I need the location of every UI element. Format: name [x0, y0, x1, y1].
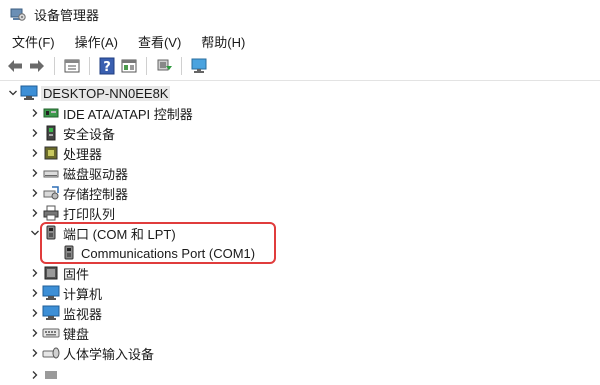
- tree-root[interactable]: DESKTOP-NN0EE8K: [6, 83, 171, 103]
- back-arrow-icon: [8, 60, 22, 72]
- category-label: 计算机: [63, 286, 103, 302]
- category-label: IDE ATA/ATAPI 控制器: [63, 106, 193, 122]
- update-driver-button[interactable]: [153, 55, 175, 77]
- firmware-icon: [42, 265, 60, 281]
- chevron-right-icon[interactable]: [28, 323, 42, 343]
- disk-drive-icon: [42, 165, 60, 181]
- category-security-devices[interactable]: 安全设备: [28, 123, 115, 143]
- category-computer[interactable]: 计算机: [28, 283, 102, 303]
- ide-controller-icon: [42, 105, 60, 121]
- hid-icon: [42, 345, 60, 361]
- properties-icon: [64, 59, 80, 73]
- scan-hardware-button[interactable]: [188, 55, 210, 77]
- toolbar-separator: [89, 57, 90, 75]
- title-bar: 设备管理器: [0, 0, 600, 28]
- category-label: 磁盘驱动器: [63, 166, 129, 182]
- category-processors[interactable]: 处理器: [28, 143, 102, 163]
- update-driver-icon: [157, 59, 172, 71]
- security-device-icon: [42, 125, 60, 141]
- device-manager-icon: [10, 8, 26, 21]
- show-hidden-button[interactable]: [118, 55, 140, 77]
- category-label: 存储控制器: [63, 186, 129, 202]
- category-label: 人体学输入设备: [63, 346, 155, 362]
- help-button[interactable]: ?: [96, 55, 118, 77]
- properties-button[interactable]: [61, 55, 83, 77]
- category-print-queues[interactable]: 打印队列: [28, 203, 115, 223]
- category-disk-drives[interactable]: 磁盘驱动器: [28, 163, 128, 183]
- chevron-right-icon[interactable]: [28, 303, 42, 323]
- show-hidden-icon: [121, 59, 137, 73]
- chevron-right-icon[interactable]: [28, 123, 42, 143]
- printer-icon: [42, 205, 60, 221]
- category-label: 键盘: [63, 326, 90, 342]
- forward-arrow-icon: [30, 60, 44, 72]
- menu-help[interactable]: 帮助(H): [190, 32, 254, 51]
- toolbar-separator: [146, 57, 147, 75]
- chevron-down-icon[interactable]: [6, 83, 20, 103]
- monitor-icon: [42, 305, 60, 321]
- chevron-right-icon[interactable]: [28, 163, 42, 183]
- computer-name: DESKTOP-NN0EE8K: [41, 85, 171, 101]
- category-label: 安全设备: [63, 126, 116, 142]
- keyboard-icon: [42, 325, 60, 341]
- chevron-right-icon[interactable]: [28, 203, 42, 223]
- category-partial: [28, 365, 63, 385]
- chevron-right-icon: [28, 365, 42, 385]
- category-label: 监视器: [63, 306, 103, 322]
- storage-controller-icon: [42, 185, 60, 201]
- chevron-right-icon[interactable]: [28, 263, 42, 283]
- category-label: 固件: [63, 266, 90, 282]
- window-title: 设备管理器: [34, 7, 100, 23]
- toolbar: ?: [0, 54, 600, 78]
- menu-action[interactable]: 操作(A): [64, 32, 127, 51]
- category-monitors[interactable]: 监视器: [28, 303, 102, 323]
- highlight-box: [40, 222, 276, 264]
- category-label: 打印队列: [63, 206, 116, 222]
- category-storage-controllers[interactable]: 存储控制器: [28, 183, 128, 203]
- toolbar-separator: [54, 57, 55, 75]
- computer-icon: [20, 85, 38, 101]
- category-hid[interactable]: 人体学输入设备: [28, 343, 154, 363]
- toolbar-separator: [181, 57, 182, 75]
- forward-button[interactable]: [26, 55, 48, 77]
- device-icon: [42, 367, 60, 383]
- chevron-right-icon[interactable]: [28, 283, 42, 303]
- chevron-right-icon[interactable]: [28, 183, 42, 203]
- menu-view[interactable]: 查看(V): [127, 32, 190, 51]
- chevron-right-icon[interactable]: [28, 143, 42, 163]
- svg-text:?: ?: [103, 60, 111, 75]
- chevron-right-icon[interactable]: [28, 103, 42, 123]
- processor-icon: [42, 145, 60, 161]
- chevron-right-icon[interactable]: [28, 343, 42, 363]
- category-label: 处理器: [63, 146, 103, 162]
- back-button[interactable]: [4, 55, 26, 77]
- category-keyboards[interactable]: 键盘: [28, 323, 89, 343]
- menu-bar: 文件(F) 操作(A) 查看(V) 帮助(H): [0, 31, 600, 51]
- category-firmware[interactable]: 固件: [28, 263, 89, 283]
- computer-icon: [42, 285, 60, 301]
- category-ide-controllers[interactable]: IDE ATA/ATAPI 控制器: [28, 103, 193, 123]
- menu-file[interactable]: 文件(F): [0, 32, 64, 51]
- help-icon: ?: [99, 57, 115, 75]
- monitor-scan-icon: [191, 58, 207, 73]
